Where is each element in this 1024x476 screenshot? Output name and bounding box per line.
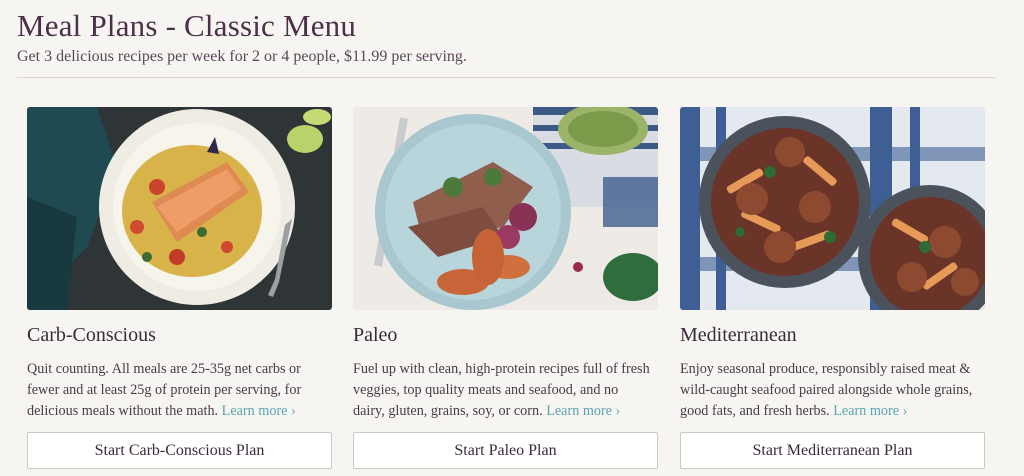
plan-description: Fuel up with clean, high-protein recipes…	[353, 359, 653, 425]
plan-card-carb-conscious: Carb-Conscious Quit counting. All meals …	[27, 107, 332, 469]
mediterranean-meal-image	[680, 107, 985, 310]
plan-description: Enjoy seasonal produce, responsibly rais…	[680, 359, 980, 425]
paleo-meal-image	[353, 107, 658, 310]
page-subtitle: Get 3 delicious recipes per week for 2 o…	[17, 48, 467, 65]
page-title: Meal Plans - Classic Menu	[17, 8, 357, 43]
plan-title: Mediterranean	[680, 324, 797, 346]
plan-description: Quit counting. All meals are 25-35g net …	[27, 359, 327, 425]
page-header: Meal Plans - Classic Menu Get 3 deliciou…	[17, 8, 997, 66]
header-divider	[17, 77, 995, 78]
plan-card-mediterranean: Mediterranean Enjoy seasonal produce, re…	[680, 107, 985, 469]
plan-title: Carb-Conscious	[27, 324, 156, 346]
start-paleo-plan-button[interactable]: Start Paleo Plan	[353, 432, 658, 469]
learn-more-link[interactable]: Learn more ›	[546, 403, 620, 419]
plan-description-text: Enjoy seasonal produce, responsibly rais…	[680, 361, 973, 419]
start-mediterranean-plan-button[interactable]: Start Mediterranean Plan	[680, 432, 985, 469]
start-carb-conscious-plan-button[interactable]: Start Carb-Conscious Plan	[27, 432, 332, 469]
carb-conscious-meal-image	[27, 107, 332, 310]
plan-card-paleo: Paleo Fuel up with clean, high-protein r…	[353, 107, 658, 469]
learn-more-link[interactable]: Learn more ›	[222, 403, 296, 419]
plan-title: Paleo	[353, 324, 398, 346]
learn-more-link[interactable]: Learn more ›	[833, 403, 907, 419]
